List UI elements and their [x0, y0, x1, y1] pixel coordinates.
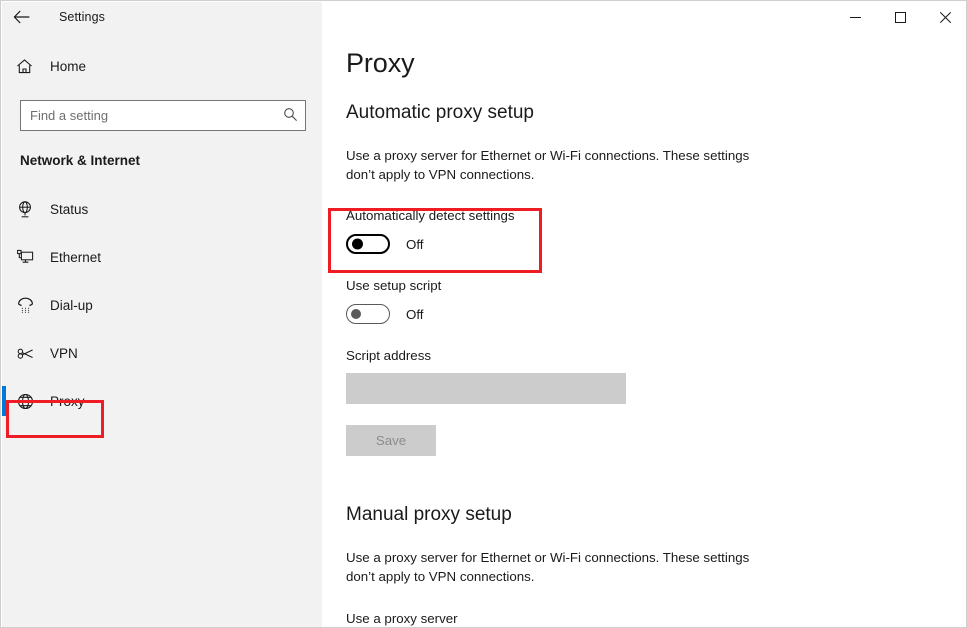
sidebar-item-label: Dial-up	[50, 297, 93, 313]
sidebar-item-dial-up[interactable]: Dial-up	[2, 281, 322, 329]
maximize-icon	[895, 11, 906, 23]
vpn-key-icon	[16, 344, 42, 363]
sidebar-item-home[interactable]: Home	[2, 46, 322, 86]
back-button[interactable]	[1, 1, 41, 33]
minimize-button[interactable]	[833, 1, 878, 33]
app-title: Settings	[59, 10, 105, 24]
sidebar-item-ethernet[interactable]: Ethernet	[2, 233, 322, 281]
manual-proxy-setup-description: Use a proxy server for Ethernet or Wi-Fi…	[346, 550, 750, 585]
home-icon	[16, 58, 42, 75]
sidebar: Home Network & Internet	[2, 2, 322, 627]
search-box[interactable]	[20, 100, 306, 131]
settings-window: Settings Home Find a setting Network & I…	[0, 0, 967, 628]
manual-proxy-setup-heading: Manual proxy setup	[346, 504, 512, 526]
telephone-icon	[16, 296, 42, 315]
auto-detect-settings-state: Off	[406, 236, 424, 252]
page-title: Proxy	[346, 48, 415, 78]
toggle-thumb	[351, 309, 361, 320]
maximize-button[interactable]	[878, 1, 923, 33]
sidebar-item-proxy[interactable]: Proxy	[2, 377, 322, 425]
close-button[interactable]	[923, 1, 966, 33]
globe-stand-icon	[16, 200, 42, 219]
use-setup-script-label: Use setup script	[346, 278, 442, 294]
sidebar-item-label: Home	[50, 58, 87, 74]
automatic-proxy-setup-heading: Automatic proxy setup	[346, 102, 534, 124]
back-arrow-icon	[13, 10, 30, 24]
content-area: Proxy Automatic proxy setup Use a proxy …	[322, 2, 966, 627]
auto-detect-settings-row: Off	[346, 234, 946, 255]
script-address-input[interactable]	[346, 373, 626, 405]
use-setup-script-state: Off	[406, 306, 424, 322]
sidebar-category-title: Network & Internet	[20, 153, 141, 168]
sidebar-item-label: Ethernet	[50, 249, 102, 265]
auto-detect-settings-toggle[interactable]	[346, 234, 390, 255]
monitor-icon	[16, 248, 42, 267]
window-controls	[833, 1, 966, 33]
use-a-proxy-server-label: Use a proxy server	[346, 610, 458, 626]
toggle-thumb	[352, 238, 363, 250]
save-button[interactable]: Save	[346, 425, 436, 457]
minimize-icon	[850, 12, 861, 23]
sidebar-nav-list: Status Ethernet Dial-up VPN Proxy	[2, 185, 322, 425]
title-bar: Settings	[1, 1, 966, 33]
selection-accent-bar	[2, 386, 6, 416]
use-setup-script-toggle[interactable]	[346, 304, 390, 325]
sidebar-item-label: Status	[50, 201, 89, 217]
search-input[interactable]	[20, 100, 306, 131]
script-address-label: Script address	[346, 348, 431, 364]
sidebar-item-label: VPN	[50, 345, 78, 361]
use-setup-script-row: Off	[346, 304, 946, 325]
automatic-proxy-setup-description: Use a proxy server for Ethernet or Wi-Fi…	[346, 147, 750, 183]
sidebar-item-label: Proxy	[50, 393, 85, 409]
close-icon	[940, 11, 951, 23]
auto-detect-settings-label: Automatically detect settings	[346, 208, 515, 224]
manual-proxy-setup-section: Manual proxy setup Use a proxy server fo…	[346, 504, 946, 625]
globe-icon	[16, 392, 42, 411]
sidebar-item-vpn[interactable]: VPN	[2, 329, 322, 377]
sidebar-item-status[interactable]: Status	[2, 185, 322, 233]
